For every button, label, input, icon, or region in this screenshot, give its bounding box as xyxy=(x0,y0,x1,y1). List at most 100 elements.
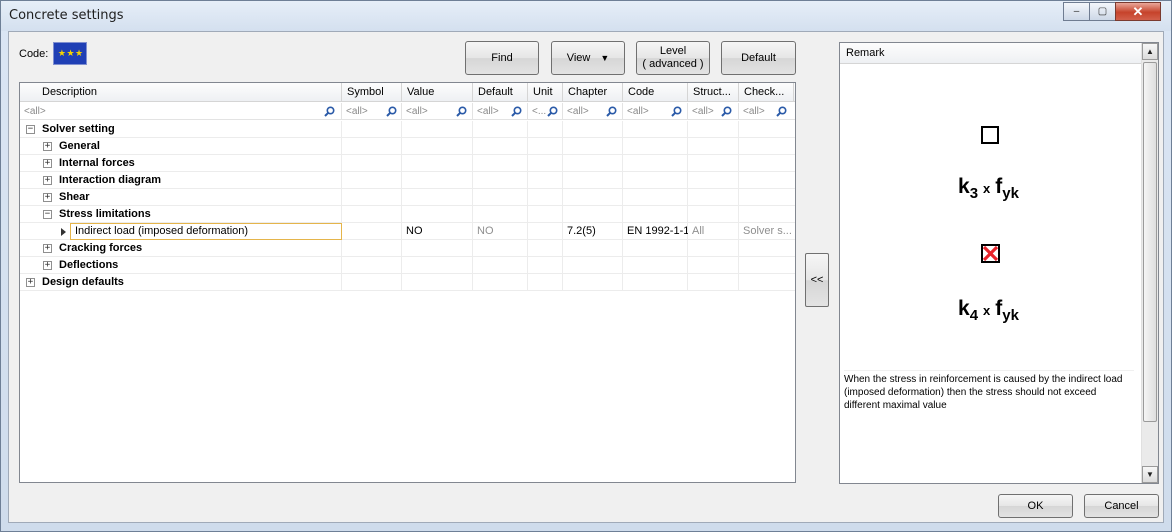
collapse-icon[interactable]: − xyxy=(43,210,52,219)
expand-icon[interactable]: + xyxy=(43,244,52,253)
expand-icon[interactable]: + xyxy=(26,278,35,287)
search-icon xyxy=(606,106,617,117)
expand-icon[interactable]: + xyxy=(43,159,52,168)
setting-value[interactable]: NO xyxy=(402,223,473,240)
remark-panel: Remark k3 x fyk k4 x fyk When the stress in … xyxy=(839,42,1159,484)
setting-structure: All xyxy=(692,225,705,237)
setting-code: EN 1992-1-1 xyxy=(627,225,688,237)
tree-row-interaction-diagram[interactable]: + Interaction diagram xyxy=(20,172,795,189)
search-icon xyxy=(547,106,558,117)
filter-value[interactable]: <all> xyxy=(402,103,473,120)
scroll-thumb[interactable] xyxy=(1143,62,1157,422)
formula-k-subscript: 3 xyxy=(969,185,979,202)
setting-check: Solver s... xyxy=(743,225,792,237)
close-button[interactable]: ✕ xyxy=(1115,2,1161,21)
minimize-button[interactable]: – xyxy=(1063,2,1090,21)
current-row-arrow-icon xyxy=(61,228,66,236)
tree-row-internal-forces[interactable]: + Internal forces xyxy=(20,155,795,172)
formula-k: k xyxy=(958,175,970,198)
search-icon xyxy=(456,106,467,117)
filter-chapter[interactable]: <all> xyxy=(563,103,623,120)
filter-default[interactable]: <all> xyxy=(473,103,528,120)
window-controls: – ▢ ✕ xyxy=(1063,2,1161,21)
flag-stars: ★ ★ ★ xyxy=(57,48,83,58)
column-header-check[interactable]: Check... xyxy=(739,83,794,102)
tree-row-stress-limitations[interactable]: − Stress limitations xyxy=(20,206,795,223)
filter-check[interactable]: <all> xyxy=(739,103,794,120)
ok-button[interactable]: OK xyxy=(998,494,1073,518)
level-button[interactable]: Level ( advanced ) xyxy=(636,41,710,75)
collapse-icon[interactable]: − xyxy=(26,125,35,134)
tree-row-solver-setting[interactable]: − Solver setting xyxy=(20,121,795,138)
code-label: Code: xyxy=(19,48,49,60)
column-header-symbol[interactable]: Symbol xyxy=(342,83,402,102)
filter-unit-value: <... xyxy=(532,106,547,117)
find-button[interactable]: Find xyxy=(465,41,539,75)
dialog-body: Code: ★ ★ ★ Find View ▼ Level ( advanced… xyxy=(8,31,1164,523)
expand-icon[interactable]: + xyxy=(43,176,52,185)
collapse-button-label: << xyxy=(810,273,824,286)
default-button[interactable]: Default xyxy=(721,41,796,75)
column-header-code[interactable]: Code xyxy=(623,83,688,102)
setting-chapter: 7.2(5) xyxy=(567,225,596,237)
filter-code[interactable]: <all> xyxy=(623,103,688,120)
filter-description[interactable]: <all> xyxy=(20,103,342,120)
checked-checkbox-icon xyxy=(981,244,1000,263)
column-header-default[interactable]: Default xyxy=(473,83,528,102)
scroll-up-icon[interactable]: ▲ xyxy=(1142,43,1158,60)
formula-k3-fyk: k3 x fyk xyxy=(958,175,1019,202)
filter-row: <all> <all> <all> <all> <... <all> <all>… xyxy=(20,103,795,120)
concrete-settings-window: Concrete settings – ▢ ✕ Code: ★ ★ ★ Find… xyxy=(0,0,1172,532)
search-icon xyxy=(776,106,787,117)
maximize-button[interactable]: ▢ xyxy=(1089,2,1116,21)
column-header-chapter[interactable]: Chapter xyxy=(563,83,623,102)
tree-row-design-defaults[interactable]: + Design defaults xyxy=(20,274,795,291)
level-button-label: Level xyxy=(659,45,687,57)
search-icon xyxy=(386,106,397,117)
settings-grid[interactable]: Description Symbol Value Default Unit Ch… xyxy=(19,82,796,483)
filter-symbol[interactable]: <all> xyxy=(342,103,402,120)
setting-description[interactable]: Indirect load (imposed deformation) xyxy=(70,223,342,240)
cancel-button[interactable]: Cancel xyxy=(1084,494,1159,518)
expand-icon[interactable]: + xyxy=(43,142,52,151)
column-header-description[interactable]: Description xyxy=(20,83,342,102)
search-icon xyxy=(721,106,732,117)
cancel-button-label: Cancel xyxy=(1104,499,1139,512)
view-dropdown-button[interactable]: View ▼ xyxy=(551,41,625,75)
formula-k: k xyxy=(958,297,970,320)
tree-row-shear[interactable]: + Shear xyxy=(20,189,795,206)
tree-row-deflections[interactable]: + Deflections xyxy=(20,257,795,274)
scroll-down-icon[interactable]: ▼ xyxy=(1142,466,1158,483)
tree-row-label: Cracking forces xyxy=(59,242,143,254)
find-button-label: Find xyxy=(491,51,513,64)
tree-row-label: Shear xyxy=(59,191,90,203)
formula-times: x xyxy=(983,303,991,318)
filter-structure[interactable]: <all> xyxy=(688,103,739,120)
expand-icon[interactable]: + xyxy=(43,193,52,202)
ok-button-label: OK xyxy=(1027,499,1044,512)
column-header-value[interactable]: Value xyxy=(402,83,473,102)
formula-k-subscript: 4 xyxy=(969,307,979,324)
filter-check-value: <all> xyxy=(743,106,765,117)
expand-icon[interactable]: + xyxy=(43,261,52,270)
search-icon xyxy=(324,106,335,117)
eu-flag-icon[interactable]: ★ ★ ★ xyxy=(53,42,87,65)
setting-row-indirect-load[interactable]: Indirect load (imposed deformation) NO N… xyxy=(20,223,795,240)
formula-f-subscript: yk xyxy=(1002,307,1019,324)
filter-unit[interactable]: <... xyxy=(528,103,563,120)
title-bar[interactable]: Concrete settings – ▢ ✕ xyxy=(1,1,1171,31)
remark-scrollbar[interactable]: ▲ ▼ xyxy=(1141,43,1158,483)
column-header-unit[interactable]: Unit xyxy=(528,83,563,102)
tree-row-label: Deflections xyxy=(59,259,119,271)
remark-description: When the stress in reinforcement is caus… xyxy=(844,370,1134,412)
tree-row-label: Design defaults xyxy=(42,276,124,288)
tree-row-general[interactable]: + General xyxy=(20,138,795,155)
tree-row-cracking-forces[interactable]: + Cracking forces xyxy=(20,240,795,257)
filter-default-value: <all> xyxy=(477,106,499,117)
filter-chapter-value: <all> xyxy=(567,106,589,117)
filter-structure-value: <all> xyxy=(692,106,714,117)
default-button-label: Default xyxy=(741,51,776,64)
view-button-label: View xyxy=(566,51,591,64)
column-header-structure[interactable]: Struct... xyxy=(688,83,739,102)
collapse-remark-button[interactable]: << xyxy=(805,253,829,307)
